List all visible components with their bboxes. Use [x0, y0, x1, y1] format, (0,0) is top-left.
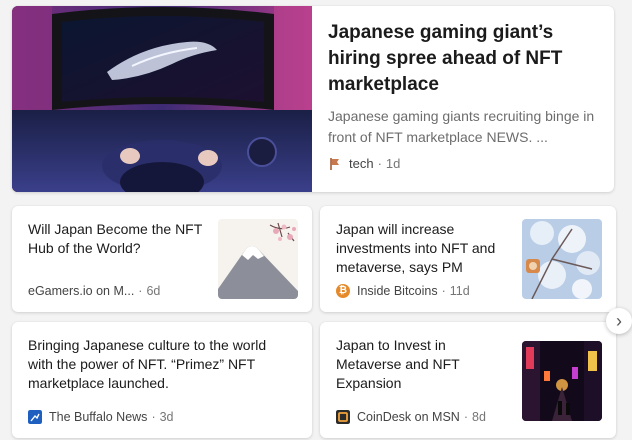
next-arrow-button[interactable]: › [606, 308, 632, 334]
separator-dot: · [151, 410, 156, 424]
hero-age: 1d [385, 156, 401, 171]
news-card-4[interactable]: Japan to Invest in Metaverse and NFT Exp… [320, 322, 616, 438]
hero-news-card[interactable]: Japanese gaming giant’s hiring spree ahe… [12, 6, 614, 192]
hero-source-name: tech [349, 156, 374, 171]
separator-dot: · [138, 284, 143, 298]
tokyo-street-image [522, 341, 602, 421]
card-4-headline[interactable]: Japan to Invest in Metaverse and NFT Exp… [336, 336, 514, 393]
card-4-age: 8d [472, 410, 486, 424]
separator-dot: · [463, 410, 468, 424]
news-card-1[interactable]: Will Japan Become the NFT Hub of the Wor… [12, 206, 312, 312]
hero-description: Japanese gaming giants recruiting binge … [328, 108, 595, 145]
cherry-blossom-thumbnail[interactable] [522, 219, 602, 299]
tokyo-street-night-thumbnail[interactable] [522, 341, 602, 421]
separator-dot: · [377, 156, 382, 171]
mount-fuji-image [218, 219, 298, 299]
card-2-source-name: Inside Bitcoins [357, 284, 438, 298]
news-card-3[interactable]: Bringing Japanese culture to the world w… [12, 322, 312, 438]
bitcoin-icon: ₿ [336, 284, 350, 298]
separator-dot: · [441, 284, 446, 298]
card-3-source-name: The Buffalo News [49, 410, 148, 424]
coindesk-icon [336, 410, 350, 424]
gaming-desk-illustration [12, 6, 312, 192]
mount-fuji-thumbnail[interactable] [218, 219, 298, 299]
card-1-headline[interactable]: Will Japan Become the NFT Hub of the Wor… [28, 220, 206, 258]
card-1-source-name: eGamers.io on M... [28, 284, 135, 298]
hero-headline[interactable]: Japanese gaming giant’s hiring spree ahe… [328, 20, 608, 98]
card-3-headline[interactable]: Bringing Japanese culture to the world w… [28, 336, 288, 393]
buffalo-news-icon [28, 410, 42, 424]
flag-icon [330, 157, 339, 170]
card-2-age: 11d [449, 284, 470, 298]
card-3-age: 3d [159, 410, 174, 424]
card-4-source-name: CoinDesk on MSN [357, 410, 460, 424]
card-2-headline[interactable]: Japan will increase investments into NFT… [336, 220, 514, 277]
hero-source-line[interactable]: tech · 1d [328, 156, 400, 171]
card-4-source-line[interactable]: CoinDesk on MSN · 8d [336, 410, 486, 424]
card-1-age: 6d [146, 284, 161, 298]
gaming-desk-image[interactable] [12, 6, 312, 192]
chevron-right-icon: › [616, 310, 622, 331]
cherry-blossom-image [522, 219, 602, 299]
card-3-source-line[interactable]: The Buffalo News · 3d [28, 410, 174, 424]
news-card-2[interactable]: Japan will increase investments into NFT… [320, 206, 616, 312]
card-1-source-line[interactable]: eGamers.io on M... · 6d [28, 284, 160, 298]
card-2-source-line[interactable]: ₿ Inside Bitcoins · 11d [336, 284, 470, 298]
